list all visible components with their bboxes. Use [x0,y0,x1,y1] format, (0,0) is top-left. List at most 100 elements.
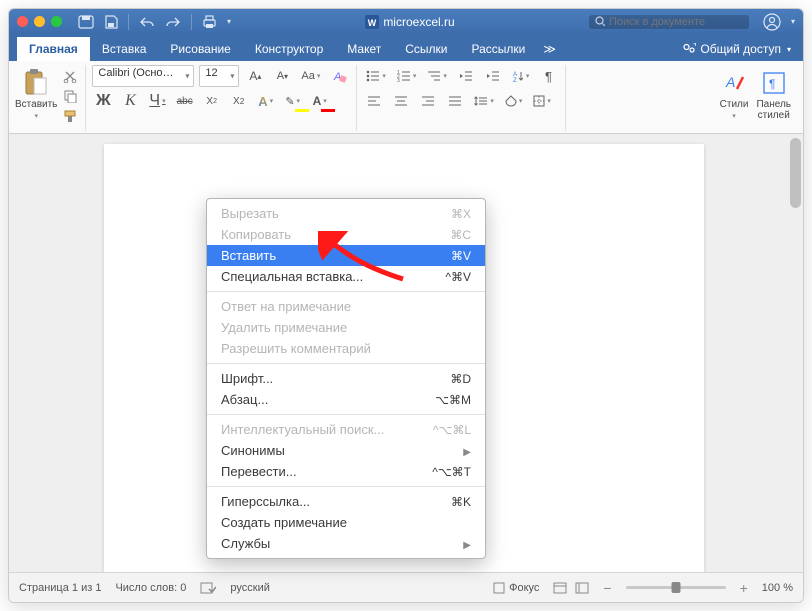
sort-icon[interactable]: AZ [509,65,533,87]
line-spacing-icon[interactable] [471,90,497,112]
context-menu: Вырезать⌘XКопировать⌘CВставить⌘VСпециаль… [206,198,486,559]
change-case-icon[interactable]: Aa [298,65,323,87]
context-menu-item[interactable]: Гиперссылка...⌘K [207,491,485,512]
document-title: microexcel.ru [383,15,454,29]
zoom-in-button[interactable]: + [740,580,748,596]
context-menu-label: Службы [221,536,270,551]
redo-icon[interactable] [165,16,181,28]
statusbar: Страница 1 из 1 Число слов: 0 русский Фо… [9,572,803,602]
text-effects-icon[interactable]: A [255,90,277,112]
zoom-slider-knob[interactable] [671,582,680,593]
font-size-select[interactable]: 12▾ [199,65,239,87]
page-info[interactable]: Страница 1 из 1 [19,582,101,594]
context-menu-label: Ответ на примечание [221,299,351,314]
svg-text:W: W [368,18,377,28]
decrease-font-icon[interactable]: A▾ [271,65,293,87]
tab-6[interactable]: Рассылки [460,37,538,61]
web-layout-view-icon[interactable] [575,582,589,594]
svg-text:A: A [725,74,735,90]
focus-mode-button[interactable]: Фокус [493,582,539,594]
context-menu-item[interactable]: Вставить⌘V [207,245,485,266]
context-menu-item[interactable]: Службы ▶ [207,533,485,554]
tab-0[interactable]: Главная [17,37,90,61]
tabs-overflow-icon[interactable]: ≫ [537,37,562,61]
context-menu-item[interactable]: Специальная вставка...^⌘V [207,266,485,287]
zoom-level[interactable]: 100 % [762,582,793,594]
toolbar-dropdown-icon[interactable]: ▾ [227,17,231,26]
scrollbar-thumb[interactable] [790,138,801,208]
autosave-toggle-icon[interactable] [78,15,94,29]
align-justify-icon[interactable] [444,90,466,112]
tab-3[interactable]: Конструктор [243,37,335,61]
context-menu-item[interactable]: Абзац...⌥⌘M [207,389,485,410]
context-menu-label: Перевести... [221,464,297,479]
zoom-out-button[interactable]: − [603,580,611,596]
bold-button[interactable]: Ж [92,90,114,112]
context-menu-item[interactable]: Создать примечание [207,512,485,533]
highlight-color-icon[interactable]: ✎ [282,90,304,112]
shading-icon[interactable] [502,90,526,112]
paste-icon[interactable] [22,67,50,97]
context-menu-item: Копировать⌘C [207,224,485,245]
save-icon[interactable] [104,15,118,29]
multilevel-list-icon[interactable] [424,65,450,87]
print-icon[interactable] [202,15,217,29]
submenu-arrow-icon: ▶ [463,540,471,551]
borders-icon[interactable] [530,90,554,112]
context-menu-separator [207,363,485,364]
subscript-button[interactable]: X2 [201,90,223,112]
clear-formatting-icon[interactable]: A [328,65,350,87]
print-layout-view-icon[interactable] [553,582,567,594]
tab-4[interactable]: Макет [335,37,393,61]
align-center-icon[interactable] [390,90,412,112]
copy-icon[interactable] [61,88,79,104]
styles-pane-label: Панель стилей [756,99,791,121]
decrease-indent-icon[interactable] [455,65,477,87]
tab-2[interactable]: Рисование [158,37,242,61]
context-menu-shortcut: ⌘K [451,495,471,509]
align-right-icon[interactable] [417,90,439,112]
tab-5[interactable]: Ссылки [393,37,459,61]
vertical-scrollbar[interactable] [790,138,801,568]
font-color-icon[interactable]: A [309,90,331,112]
show-marks-icon[interactable]: ¶ [537,65,559,87]
search-box[interactable] [589,15,749,29]
account-icon[interactable] [763,13,781,31]
context-menu-item[interactable]: Перевести...^⌥⌘T [207,461,485,482]
maximize-window-button[interactable] [51,16,62,27]
search-input[interactable] [609,16,743,28]
undo-icon[interactable] [139,16,155,28]
format-painter-icon[interactable] [61,108,79,124]
cut-icon[interactable] [61,68,79,84]
tab-1[interactable]: Вставка [90,37,159,61]
spellcheck-icon[interactable] [200,581,216,595]
context-menu-item[interactable]: Синонимы▶ [207,440,485,461]
word-count[interactable]: Число слов: 0 [115,582,186,594]
align-left-icon[interactable] [363,90,385,112]
language-label[interactable]: русский [230,582,269,594]
account-dropdown-icon[interactable]: ▾ [791,17,795,26]
underline-button[interactable]: Ч [146,90,168,112]
styles-gallery-icon[interactable]: A [721,69,747,97]
context-menu-label: Создать примечание [221,515,347,530]
ribbon-tabbar: ГлавнаяВставкаРисованиеКонструкторМакетС… [9,34,803,61]
strikethrough-button[interactable]: abc [174,90,196,112]
styles-pane-icon[interactable]: ¶ [761,69,787,97]
close-window-button[interactable] [17,16,28,27]
minimize-window-button[interactable] [34,16,45,27]
numbering-icon[interactable]: 123 [394,65,420,87]
font-family-select[interactable]: Calibri (Осно…▾ [92,65,194,87]
share-button[interactable]: + Общий доступ ▾ [670,37,803,61]
increase-indent-icon[interactable] [482,65,504,87]
svg-text:Z: Z [513,78,517,82]
increase-font-icon[interactable]: A▴ [244,65,266,87]
italic-button[interactable]: К [119,90,141,112]
superscript-button[interactable]: X2 [228,90,250,112]
context-menu-separator [207,486,485,487]
styles-label: Стили [720,99,749,110]
zoom-slider[interactable] [626,586,726,589]
context-menu-shortcut: ^⌘V [445,270,471,284]
context-menu-item[interactable]: Шрифт...⌘D [207,368,485,389]
bullets-icon[interactable] [363,65,389,87]
share-label: Общий доступ [700,42,781,56]
